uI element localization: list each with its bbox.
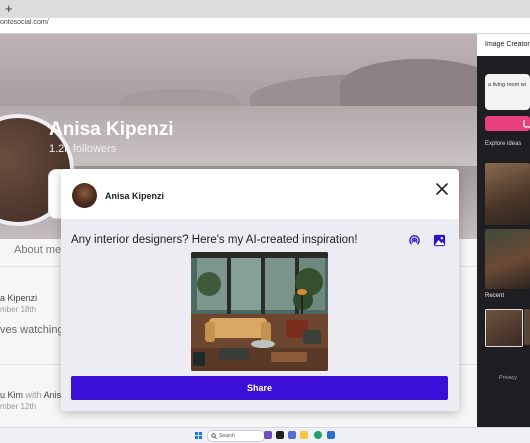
podcast-icon[interactable] — [408, 234, 421, 247]
feed-post-author[interactable]: u Kim with Anis — [0, 390, 61, 400]
sidebar-header: Image Creator — [477, 34, 530, 56]
feed-post-author[interactable]: a Kipenzi — [0, 293, 64, 303]
share-dialog: Anisa Kipenzi Any interior designers? He… — [61, 169, 459, 411]
feed-post-text: ves watching — [0, 324, 64, 336]
copilot-icon[interactable] — [264, 431, 272, 439]
sidebar-title: Image Creator — [485, 41, 530, 48]
ai-generated-image — [191, 252, 328, 371]
file-explorer-icon[interactable] — [300, 431, 308, 439]
feed-post-date: mber 12th — [0, 402, 37, 411]
prompt-input[interactable]: a living room wi — [485, 74, 530, 110]
idea-thumbnail[interactable] — [485, 163, 530, 225]
teams-icon[interactable] — [288, 431, 296, 439]
recent-thumbnail[interactable] — [524, 309, 530, 345]
post-text: Any interior designers? Here's my AI-cre… — [71, 234, 358, 246]
task-view-icon[interactable] — [276, 431, 284, 439]
follower-count: 1.2k followers — [49, 143, 117, 155]
create-button[interactable] — [485, 116, 530, 131]
close-icon[interactable] — [434, 181, 450, 197]
store-icon[interactable] — [327, 431, 335, 439]
tab-about-me[interactable]: About me — [14, 244, 61, 256]
privacy-link[interactable]: Privacy — [499, 375, 517, 381]
edge-icon[interactable] — [314, 431, 322, 439]
arrow-icon — [523, 120, 530, 128]
recent-thumbnail[interactable] — [485, 309, 523, 347]
search-icon — [211, 433, 217, 439]
search-label: Search — [219, 433, 235, 439]
taskbar: Search — [0, 427, 530, 443]
author-name: Anisa Kipenzi — [105, 191, 165, 201]
explore-ideas-tab[interactable]: Explore ideas — [485, 141, 521, 147]
windows-start-icon[interactable] — [195, 432, 202, 439]
profile-name: Anisa Kipenzi — [49, 119, 174, 140]
author-avatar — [72, 183, 97, 208]
image-creator-sidebar: Image Creator a living room wi Explore i… — [477, 34, 530, 427]
share-button[interactable]: Share — [71, 376, 448, 400]
prompt-text: a living room wi — [488, 82, 526, 88]
image-icon[interactable] — [433, 234, 446, 247]
recent-label: Recent — [485, 293, 505, 299]
url-text: ontosocial.com/ — [0, 19, 49, 26]
feed-post-date: mber 18th — [0, 305, 37, 314]
tab-strip: + — [0, 0, 530, 18]
new-tab-button[interactable]: + — [5, 2, 13, 16]
address-bar[interactable]: ontosocial.com/ — [0, 18, 530, 34]
taskbar-search[interactable]: Search — [207, 430, 265, 442]
idea-thumbnail[interactable] — [485, 229, 530, 289]
feed-post: u Kim with Anis mber 12th — [0, 390, 61, 411]
feed-post: a Kipenzi mber 18th ves watching — [0, 293, 64, 336]
